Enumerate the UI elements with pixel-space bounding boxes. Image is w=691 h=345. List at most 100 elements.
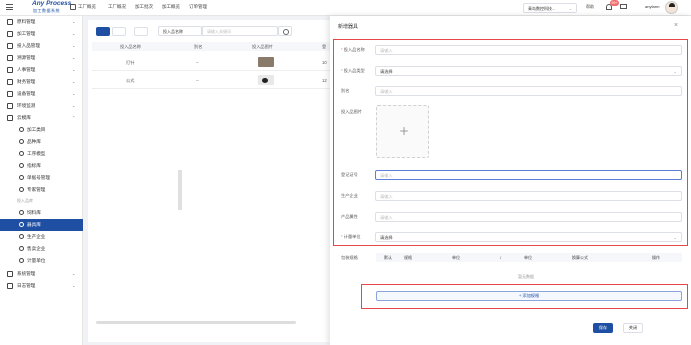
field-label: * 计量单位 bbox=[341, 234, 361, 239]
sidebar-item-label: 品种库 bbox=[27, 139, 41, 144]
sidebar-item-trace[interactable]: 溯源管理 ⌄ bbox=[0, 52, 83, 64]
nav-item[interactable]: 工厂概况 bbox=[108, 4, 126, 10]
chevron-down-icon: ⌄ bbox=[72, 79, 76, 84]
grid-view-button[interactable] bbox=[112, 27, 126, 36]
table-cell: 10 bbox=[322, 60, 327, 65]
empty-state-text: 暂无数据 bbox=[518, 274, 534, 279]
sidebar-item-label: 单据号管理 bbox=[27, 175, 50, 180]
sidebar-item-label: 财务管理 bbox=[17, 79, 36, 84]
gear-icon bbox=[19, 127, 24, 132]
sidebar-item-raw-material[interactable]: 原料管理 ⌄ bbox=[0, 16, 83, 28]
sidebar-item-finance[interactable]: 财务管理 ⌄ bbox=[0, 76, 83, 88]
attribute-input[interactable]: 请输入 bbox=[375, 212, 682, 222]
list-view-button[interactable] bbox=[96, 27, 110, 36]
sidebar-subitem-feed[interactable]: 饲料库 bbox=[0, 207, 83, 219]
factory-icon bbox=[19, 234, 24, 239]
column-header: 投入品名称 bbox=[120, 44, 141, 49]
help-link[interactable]: 帮助 bbox=[586, 4, 594, 10]
column-resizer[interactable] bbox=[178, 170, 182, 210]
field-label: 生产企业 bbox=[341, 193, 358, 198]
sidebar-item-inputs[interactable]: 投入品管理 ⌄ bbox=[0, 40, 83, 52]
spec-column-header: 操作 bbox=[652, 255, 660, 260]
sidebar-item-processing[interactable]: 加工管理 ⌄ bbox=[0, 28, 83, 40]
row-image[interactable] bbox=[258, 75, 274, 85]
drawer-title: 新增器具 bbox=[338, 24, 359, 30]
nav-item[interactable]: 加工概览 bbox=[162, 4, 180, 10]
sidebar-item-cloud[interactable]: 云模库 ⌃ bbox=[0, 112, 83, 124]
username[interactable]: anyfarm bbox=[645, 4, 659, 9]
nav-item[interactable]: 工厂概览 bbox=[78, 4, 96, 10]
search-field-value: 投入品名称 bbox=[163, 29, 183, 34]
table-cell: -- bbox=[196, 60, 199, 65]
sidebar-item-label: 专家管理 bbox=[27, 187, 46, 192]
home-icon[interactable] bbox=[70, 4, 76, 10]
search-field-select[interactable]: 投入品名称 bbox=[158, 26, 202, 36]
sidebar-item-environment[interactable]: 环境监测 ⌄ bbox=[0, 100, 83, 112]
sidebar-subitem-category[interactable]: 加工类目 bbox=[0, 124, 83, 136]
close-button[interactable]: 关闭 bbox=[623, 323, 643, 333]
sidebar-item-logs[interactable]: 日志管理 ⌄ bbox=[0, 280, 83, 292]
add-spec-button[interactable]: + 添加规格 bbox=[376, 291, 682, 301]
name-input[interactable]: 请输入 bbox=[375, 45, 682, 55]
sidebar-item-label: 计量单位 bbox=[27, 258, 46, 263]
field-label-text: 投入品类型 bbox=[343, 68, 365, 73]
producer-input[interactable]: 请输入 bbox=[375, 191, 682, 201]
flow-icon bbox=[19, 151, 24, 156]
row-divider bbox=[92, 70, 332, 71]
sidebar-subitem-indicator[interactable]: 指标库 bbox=[0, 160, 83, 172]
field-label-text: 计量单位 bbox=[343, 234, 361, 239]
chevron-down-icon: ⌄ bbox=[568, 6, 572, 11]
reg-no-input[interactable]: 请输入 bbox=[375, 170, 682, 180]
cart-icon bbox=[19, 246, 24, 251]
type-select[interactable]: 请选择 ⌄ bbox=[375, 66, 682, 76]
alias-input[interactable]: 请输入 bbox=[375, 86, 682, 96]
sidebar-subitem-producers[interactable]: 生产企业 bbox=[0, 231, 83, 243]
sidebar-subitem-doc-number[interactable]: 单据号管理 bbox=[0, 172, 83, 184]
close-icon[interactable]: × bbox=[674, 22, 678, 29]
save-button[interactable]: 保存 bbox=[593, 323, 613, 333]
field-label-text: 投入品名称 bbox=[343, 47, 365, 52]
notification-badge: 99+ bbox=[610, 0, 619, 6]
sidebar-item-label: 环境监测 bbox=[17, 103, 36, 108]
column-header: 投入品图片 bbox=[252, 44, 273, 49]
chevron-down-icon: ⌄ bbox=[673, 69, 677, 74]
horizontal-scrollbar[interactable] bbox=[96, 321, 296, 324]
sidebar-subitem-experts[interactable]: 专家管理 bbox=[0, 184, 83, 196]
unit-select[interactable]: 请选择 ⌄ bbox=[375, 232, 682, 242]
sidebar-item-label: 系统管理 bbox=[17, 271, 36, 276]
image-upload[interactable]: + bbox=[376, 105, 429, 158]
sidebar-item-label: 加工类目 bbox=[27, 127, 46, 132]
sidebar-item-label: 售卖企业 bbox=[27, 246, 46, 251]
search-input[interactable]: 请输入关键词 bbox=[202, 26, 278, 36]
row-image[interactable] bbox=[258, 57, 274, 67]
scale-icon bbox=[19, 258, 24, 263]
settings-button[interactable] bbox=[134, 27, 148, 36]
sidebar-item-equipment[interactable]: 设备管理 ⌄ bbox=[0, 88, 83, 100]
hamburger-icon[interactable] bbox=[6, 4, 13, 10]
sidebar-item-system[interactable]: 系统管理 ⌄ bbox=[0, 268, 83, 280]
finance-icon bbox=[7, 79, 13, 85]
avatar[interactable] bbox=[665, 1, 678, 14]
field-label: 登记证号 bbox=[341, 172, 358, 177]
sidebar-subitem-tools[interactable]: 器具库 bbox=[0, 219, 83, 231]
clock-icon bbox=[19, 175, 24, 180]
table-cell: -- bbox=[196, 78, 199, 83]
sidebar-item-hr[interactable]: 人事管理 ⌄ bbox=[0, 64, 83, 76]
log-icon bbox=[7, 283, 13, 289]
company-selector[interactable]: 青岛数控科技... ⌄ bbox=[523, 3, 577, 13]
sidebar-subitem-variety[interactable]: 品种库 bbox=[0, 136, 83, 148]
nav-item[interactable]: 加工批次 bbox=[135, 4, 153, 10]
sidebar-item-label: 投入品管理 bbox=[17, 43, 40, 48]
chevron-down-icon: ⌄ bbox=[72, 67, 76, 72]
add-tool-drawer: 新增器具 × * 投入品名称 请输入 * 投入品类型 请选择 ⌄ 别名 请输入 … bbox=[330, 16, 691, 345]
sidebar-subitem-sellers[interactable]: 售卖企业 bbox=[0, 243, 83, 255]
chevron-down-icon: ⌄ bbox=[673, 235, 677, 240]
sidebar-item-label: 加工管理 bbox=[17, 31, 36, 36]
nav-item[interactable]: 订单管理 bbox=[189, 4, 207, 10]
type-select-value: 请选择 bbox=[380, 69, 393, 74]
search-icon[interactable] bbox=[278, 26, 292, 36]
sidebar-subitem-process-model[interactable]: 工序模型 bbox=[0, 148, 83, 160]
mail-icon[interactable] bbox=[620, 4, 627, 9]
sidebar-subitem-units[interactable]: 计量单位 bbox=[0, 255, 83, 267]
sidebar-item-label: 饲料库 bbox=[27, 210, 41, 215]
